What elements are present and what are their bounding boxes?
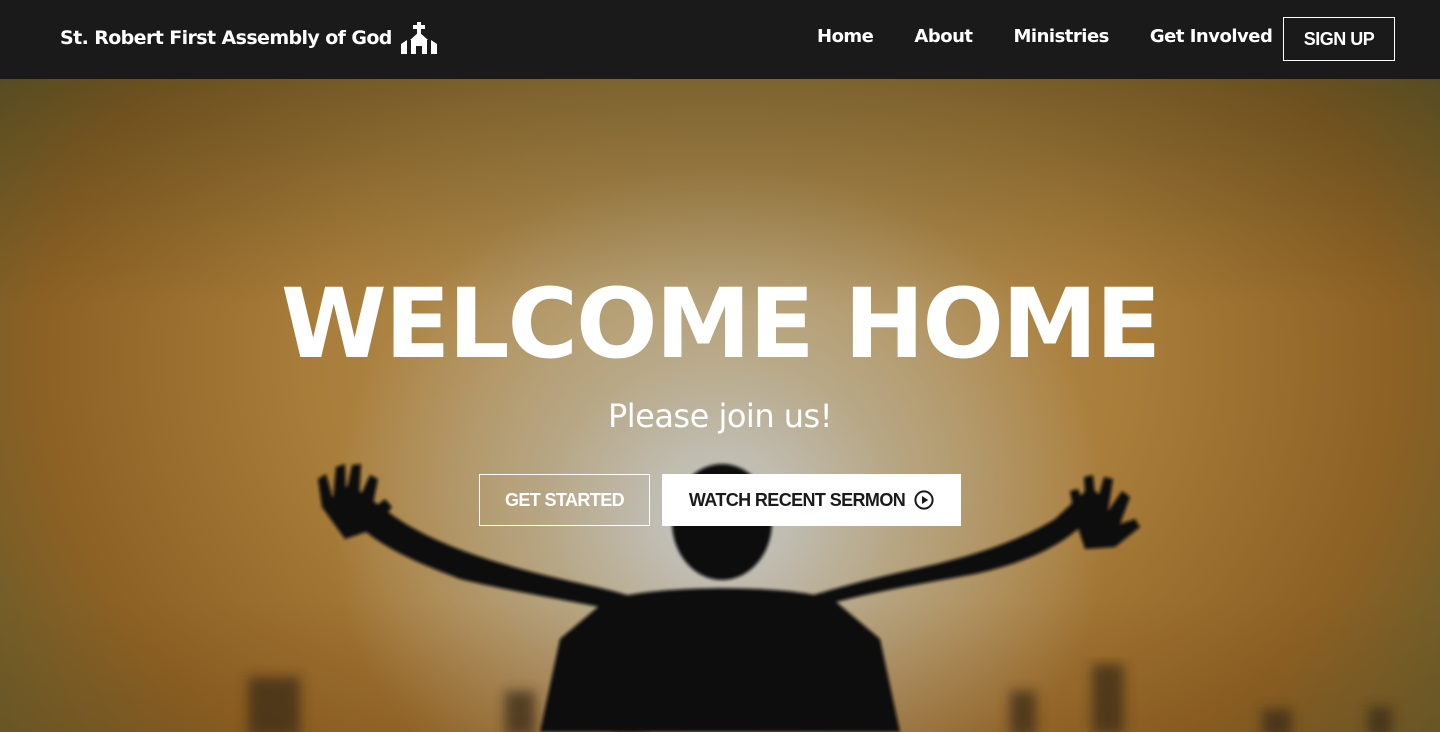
nav-link-get-involved[interactable]: Get Involved xyxy=(1150,26,1273,47)
church-icon xyxy=(400,22,437,54)
brand-name: St. Robert First Assembly of God xyxy=(60,27,392,49)
main-nav: Home About Ministries Get Involved xyxy=(817,26,1273,47)
get-started-button[interactable]: GET STARTED xyxy=(479,474,650,526)
top-navbar: St. Robert First Assembly of God Home Ab… xyxy=(0,0,1440,79)
nav-link-ministries[interactable]: Ministries xyxy=(1014,26,1110,47)
watch-recent-sermon-label: WATCH RECENT SERMON xyxy=(688,489,906,510)
hero-subtitle: Please join us! xyxy=(607,397,833,435)
brand-logo-link[interactable]: St. Robert First Assembly of God xyxy=(60,22,438,54)
watch-recent-sermon-button[interactable]: WATCH RECENT SERMON xyxy=(662,474,961,526)
hero-banner: WELCOME HOME Please join us! GET STARTED… xyxy=(0,79,1440,732)
sign-up-button[interactable]: SIGN UP xyxy=(1283,17,1395,61)
hero-title: WELCOME HOME xyxy=(280,268,1161,380)
nav-link-about[interactable]: About xyxy=(914,26,973,47)
play-circle-icon xyxy=(914,490,934,510)
nav-link-home[interactable]: Home xyxy=(817,26,874,47)
